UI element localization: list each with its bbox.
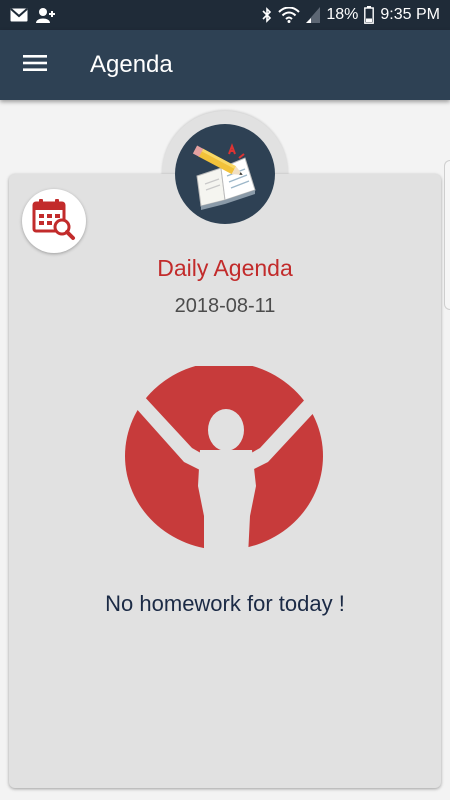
page-title: Agenda: [90, 51, 173, 78]
calendar-search-button[interactable]: [22, 189, 86, 253]
battery-icon: [364, 6, 375, 24]
person-add-icon: [36, 7, 56, 23]
hamburger-menu-icon: [23, 54, 47, 77]
calendar-search-icon: [32, 197, 76, 246]
cheering-person-illustration: [120, 362, 330, 556]
empty-state-message: No homework for today !: [105, 591, 345, 616]
clock: 9:35 PM: [380, 6, 440, 23]
app-bar: Agenda: [0, 30, 450, 100]
book-pencil-icon: [175, 124, 275, 224]
status-left-icons: [10, 7, 56, 23]
menu-button[interactable]: [0, 30, 70, 100]
battery-percent: 18%: [326, 6, 359, 23]
gmail-icon: [10, 8, 28, 22]
bluetooth-icon: [262, 7, 272, 23]
status-bar: 18% 9:35 PM: [0, 0, 450, 30]
status-right-icons: 18% 9:35 PM: [262, 6, 440, 24]
wifi-icon: [278, 7, 301, 23]
scroll-edge-handle: [444, 160, 450, 310]
agenda-date: 2018-08-11: [174, 295, 276, 317]
agenda-title: Daily Agenda: [157, 255, 293, 281]
signal-icon: [306, 7, 321, 23]
